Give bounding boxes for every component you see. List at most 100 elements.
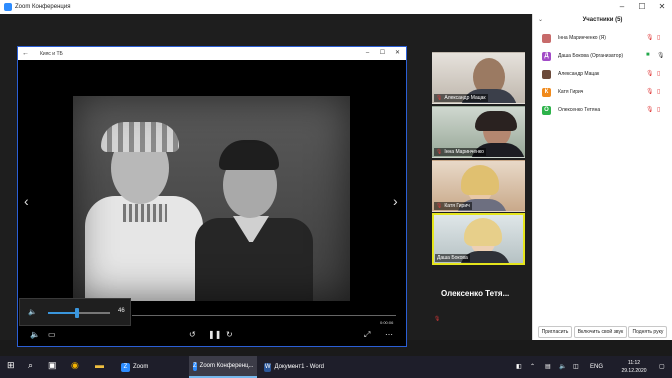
- avatar: О: [542, 106, 551, 115]
- mic-on-icon[interactable]: 🎙: [657, 52, 665, 59]
- viewer-minimize-icon[interactable]: –: [360, 47, 375, 60]
- timecode: 0:00:06: [380, 320, 394, 325]
- pause-icon[interactable]: ❚❚: [208, 330, 221, 339]
- volume-thumb[interactable]: [74, 308, 79, 318]
- tile-name: Александр Мацак: [444, 95, 486, 101]
- windows-taskbar: ⊞ ⌕ ▣ ◉ ▬ Z Zoom Z Zoom Конференц... W Д…: [0, 356, 672, 378]
- vintage-photo: [73, 96, 350, 301]
- previous-arrow-icon[interactable]: ‹: [24, 193, 29, 209]
- video-off-icon[interactable]: ▯: [657, 34, 660, 41]
- avatar: [542, 70, 551, 79]
- participant-list: Інна Маринченко (Я) 🎙 ▯ Д Даша Бокова (О…: [533, 31, 672, 121]
- zoom-tray-icon[interactable]: ◧: [516, 356, 522, 378]
- volume-popup: 🔈 46: [19, 298, 131, 326]
- panel-header: ⌄ Участники (5): [533, 14, 672, 26]
- chrome-icon[interactable]: ◉: [71, 360, 79, 371]
- video-on-icon[interactable]: ■: [646, 52, 650, 58]
- next-arrow-icon[interactable]: ›: [393, 193, 398, 209]
- mic-muted-icon: 🎙: [436, 149, 443, 155]
- language-indicator[interactable]: ENG: [590, 356, 603, 378]
- viewer-close-icon[interactable]: ✕: [390, 47, 405, 60]
- subtitles-icon[interactable]: ▭: [48, 330, 56, 339]
- volume-slider[interactable]: [48, 308, 110, 318]
- video-tile[interactable]: 🎙 Александр Мацак: [432, 52, 525, 104]
- participant-name: Інна Маринченко (Я): [558, 35, 606, 41]
- participant-row[interactable]: О Олексенко Тетяна 🎙 ▯: [533, 103, 672, 121]
- forward-icon[interactable]: ↻: [226, 330, 233, 339]
- tile-caption: 🎙 Інна Маринченко: [434, 148, 486, 156]
- participant-row[interactable]: Д Даша Бокова (Организатор) ■ 🎙: [533, 49, 672, 67]
- no-video-tile[interactable]: Олексенко Тетя... 🎙: [432, 272, 525, 324]
- avatar: [542, 34, 551, 43]
- taskbar-app-label: Zoom: [133, 364, 149, 370]
- panel-footer: Пригласить Включить свой звук Поднять ру…: [533, 324, 672, 340]
- taskbar-app-label: Zoom Конференц...: [199, 363, 254, 369]
- notifications-tray-icon[interactable]: ◫: [573, 356, 579, 378]
- participant-row[interactable]: Інна Маринченко (Я) 🎙 ▯: [533, 31, 672, 49]
- video-tile[interactable]: 🎙 Катя Гирич: [432, 160, 525, 212]
- active-speaker-tile[interactable]: Даша Бокова: [432, 213, 525, 265]
- tile-big-name: Олексенко Тетя...: [441, 289, 510, 298]
- zoom-app-icon: Z: [121, 362, 130, 372]
- show-hidden-icons-chevron-icon[interactable]: ⌃: [530, 356, 535, 378]
- unmute-button[interactable]: Включить свой звук: [573, 326, 628, 338]
- raise-hand-button[interactable]: Поднять руку: [628, 326, 668, 338]
- taskbar-app-zoom[interactable]: Z Zoom: [117, 356, 187, 378]
- viewer-title: Кияс и ТБ: [40, 50, 63, 57]
- video-off-icon[interactable]: ▯: [657, 106, 660, 113]
- search-icon[interactable]: ⌕: [28, 360, 33, 371]
- minimize-icon[interactable]: –: [612, 0, 632, 14]
- clock-time: 11:12: [627, 360, 641, 366]
- volume-icon[interactable]: 🔈: [30, 330, 40, 339]
- task-view-icon[interactable]: ▣: [48, 360, 57, 371]
- participant-row[interactable]: Александр Мацак 🎙 ▯: [533, 67, 672, 85]
- close-icon[interactable]: ✕: [652, 0, 672, 14]
- action-center-icon[interactable]: ▢: [659, 356, 665, 378]
- video-off-icon[interactable]: ▯: [657, 88, 660, 95]
- system-clock[interactable]: 11:12 29.12.2020: [615, 359, 653, 375]
- rewind-icon[interactable]: ↺: [189, 330, 196, 339]
- taskbar-app-label: Документ1 - Word: [274, 364, 324, 370]
- back-arrow-icon[interactable]: ←: [22, 50, 32, 57]
- network-icon[interactable]: ▤: [545, 356, 551, 378]
- participant-row[interactable]: К Катя Гирич 🎙 ▯: [533, 85, 672, 103]
- video-off-icon[interactable]: ▯: [657, 70, 660, 77]
- tile-caption: Даша Бокова: [435, 254, 470, 262]
- tile-name: Інна Маринченко: [444, 149, 484, 155]
- participants-panel: ⌄ Участники (5) Інна Маринченко (Я) 🎙 ▯ …: [532, 14, 672, 340]
- collapse-chevron-icon[interactable]: ⌄: [538, 14, 543, 26]
- mic-off-icon[interactable]: 🎙: [646, 106, 654, 113]
- volume-value: 46: [118, 308, 125, 314]
- seek-bar[interactable]: [132, 315, 396, 316]
- mic-muted-icon: 🎙: [436, 95, 443, 101]
- maximize-icon[interactable]: ☐: [632, 0, 652, 14]
- viewer-maximize-icon[interactable]: ☐: [375, 47, 390, 60]
- participant-hair: [464, 218, 502, 246]
- file-explorer-icon[interactable]: ▬: [95, 360, 104, 370]
- windows-start-icon[interactable]: ⊞: [7, 360, 15, 371]
- mic-off-icon[interactable]: 🎙: [646, 70, 654, 77]
- fullscreen-icon[interactable]: ⤢: [364, 330, 370, 340]
- invite-button[interactable]: Пригласить: [537, 326, 573, 338]
- volume-tray-icon[interactable]: 🔈: [559, 356, 566, 378]
- speaker-icon[interactable]: 🔈: [28, 308, 37, 316]
- mic-off-icon[interactable]: 🎙: [646, 34, 654, 41]
- participant-hair: [461, 165, 499, 195]
- participant-name: Катя Гирич: [558, 89, 584, 95]
- video-tile[interactable]: 🎙 Інна Маринченко: [432, 106, 525, 158]
- word-app-icon: W: [264, 362, 272, 372]
- mic-off-icon[interactable]: 🎙: [646, 88, 654, 95]
- shared-photo-viewer: ← Кияс и ТБ – ☐ ✕ ‹ › 🔈 46 0:00:06 🔈 ▭ ↺…: [17, 46, 407, 347]
- avatar: Д: [542, 52, 551, 61]
- tile-caption: 🎙 Александр Мацак: [434, 94, 488, 102]
- participant-hair: [475, 111, 517, 131]
- more-options-icon[interactable]: ⋯: [385, 330, 393, 339]
- photo-vignette: [73, 96, 350, 301]
- taskbar-app-word[interactable]: W Документ1 - Word: [260, 356, 328, 378]
- volume-fill: [48, 312, 77, 314]
- tile-name: Катя Гирич: [444, 203, 470, 209]
- mic-muted-icon: 🎙: [434, 316, 441, 322]
- media-controls: 🔈 ▭ ↺ ❚❚ ↻ ⤢ ⋯: [18, 326, 406, 346]
- taskbar-app-zoom-meeting[interactable]: Z Zoom Конференц...: [189, 356, 257, 378]
- avatar: К: [542, 88, 551, 97]
